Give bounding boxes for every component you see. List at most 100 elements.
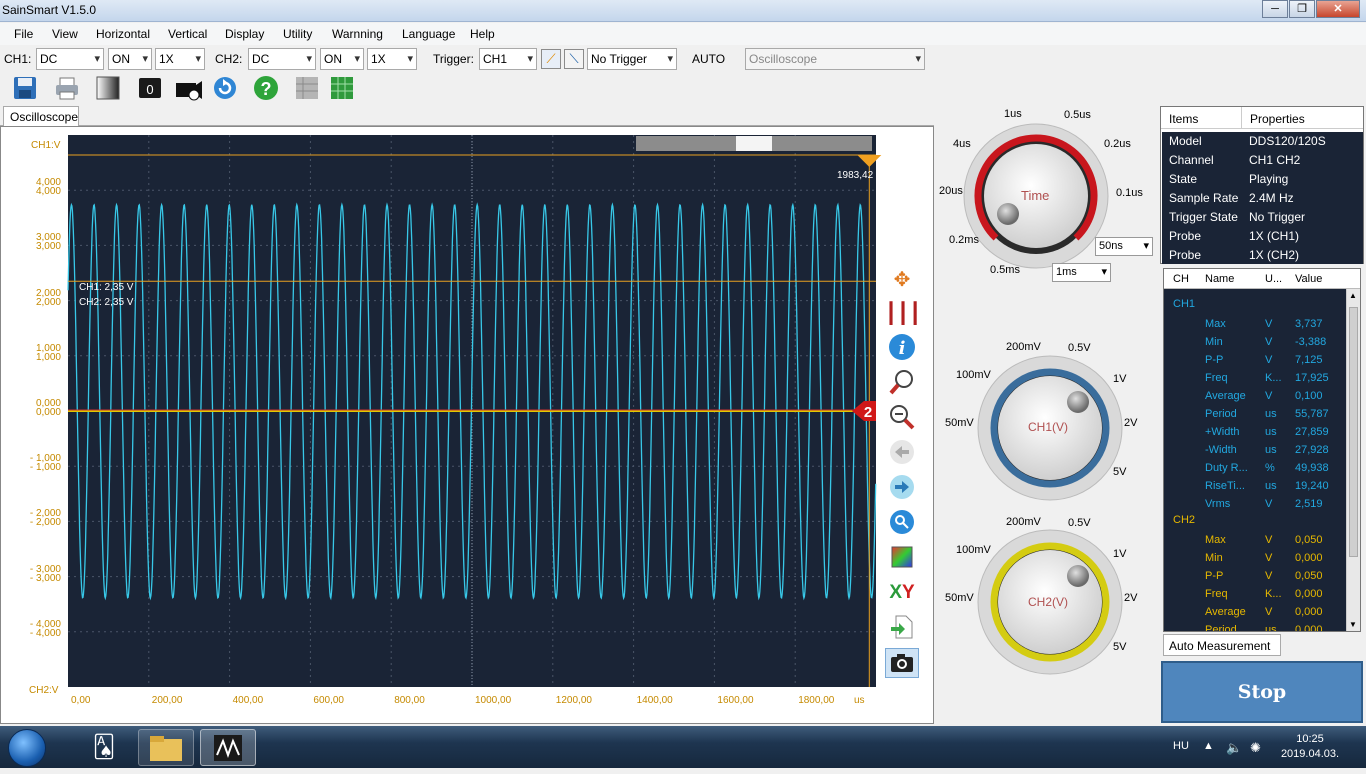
- camera-icon[interactable]: [885, 648, 919, 678]
- x-tick: 1600,00: [717, 695, 754, 706]
- ch1-scale-1v: 1V: [1113, 373, 1127, 385]
- menu-file[interactable]: File: [14, 27, 33, 41]
- measurement-unit: us: [1265, 480, 1277, 492]
- explorer-icon[interactable]: [138, 729, 194, 766]
- measurement-row: Average V 0,100: [1164, 388, 1344, 406]
- help-icon[interactable]: ?: [253, 75, 279, 101]
- ch2-probe-select[interactable]: 1X: [367, 48, 417, 70]
- measurement-unit: V: [1265, 570, 1273, 582]
- network-icon[interactable]: ✺: [1250, 740, 1261, 756]
- clock[interactable]: 10:25 2019.04.03.: [1270, 732, 1350, 762]
- property-value: No Trigger: [1249, 210, 1306, 224]
- color-palette-icon[interactable]: [885, 543, 919, 573]
- menu-horizontal[interactable]: Horizontal: [96, 27, 150, 41]
- measurement-name: Freq: [1205, 372, 1228, 384]
- xy-mode-icon[interactable]: XY: [885, 578, 919, 608]
- zoom-in-icon[interactable]: [885, 368, 919, 398]
- maximize-button[interactable]: ❐: [1289, 0, 1315, 18]
- export-icon[interactable]: [885, 613, 919, 643]
- language-indicator[interactable]: HU: [1173, 740, 1189, 752]
- measurement-name: Average: [1205, 390, 1246, 402]
- time-scale-0-1us: 0.1us: [1116, 187, 1143, 199]
- meas-header-unit: U...: [1265, 273, 1283, 285]
- time-coarse-select[interactable]: 1ms: [1052, 263, 1111, 282]
- tray-expand-icon[interactable]: ▲: [1203, 740, 1214, 752]
- rising-edge-icon[interactable]: ⟋: [541, 49, 561, 69]
- grid-icon[interactable]: [329, 75, 355, 101]
- ch1-probe-select[interactable]: 1X: [155, 48, 205, 70]
- trigger-time-readout: 1983,42: [837, 170, 874, 181]
- stop-button[interactable]: Stop: [1161, 661, 1363, 723]
- color-scheme-icon[interactable]: [95, 75, 121, 101]
- ch2-y-tick: 2,000: [35, 296, 61, 308]
- measurement-row: Period us 55,787: [1164, 406, 1344, 424]
- measurement-scrollbar[interactable]: ▲ ▼: [1346, 289, 1360, 631]
- refresh-icon[interactable]: [212, 75, 238, 101]
- menu-vertical[interactable]: Vertical: [168, 27, 207, 41]
- ch2-label: CH2:: [215, 52, 243, 66]
- ch2-y-tick: 0,000: [35, 407, 61, 418]
- ch2-coupling-select[interactable]: DC: [248, 48, 316, 70]
- window-title: SainSmart V1.5.0: [2, 3, 97, 17]
- counter-icon[interactable]: 0: [137, 75, 163, 101]
- ch2-state-select[interactable]: ON: [320, 48, 364, 70]
- x-tick: 200,00: [151, 695, 183, 706]
- center-icon[interactable]: ✥: [885, 265, 919, 295]
- mode-select[interactable]: Oscilloscope: [745, 48, 925, 70]
- volume-icon[interactable]: 🔈: [1226, 740, 1242, 756]
- zoom-out-icon[interactable]: [885, 403, 919, 433]
- menu-help[interactable]: Help: [470, 27, 495, 41]
- menu-display[interactable]: Display: [225, 27, 264, 41]
- forward-arrow-icon[interactable]: [885, 473, 919, 503]
- print-icon[interactable]: [54, 75, 80, 101]
- save-icon[interactable]: [12, 75, 38, 101]
- table-icon[interactable]: [294, 75, 320, 101]
- measurement-value: 0,000: [1295, 588, 1323, 600]
- ch1-state-select[interactable]: ON: [108, 48, 152, 70]
- search-icon[interactable]: [885, 508, 919, 538]
- waveform-display[interactable]: 2: [1, 127, 933, 723]
- time-scale-0-2us: 0.2us: [1104, 138, 1131, 150]
- measurement-unit: V: [1265, 498, 1273, 510]
- tab-auto-measurement[interactable]: Auto Measurement: [1163, 634, 1281, 656]
- record-icon[interactable]: [174, 75, 202, 101]
- menu-warnning[interactable]: Warnning: [332, 27, 383, 41]
- tab-oscilloscope[interactable]: Oscilloscope: [3, 106, 79, 127]
- falling-edge-icon[interactable]: ⟍: [564, 49, 584, 69]
- measure-ruler-icon[interactable]: ┃┃┃: [885, 299, 921, 329]
- ch2-scale-50mv: 50mV: [945, 592, 974, 604]
- measurement-unit: V: [1265, 552, 1273, 564]
- clock-date: 2019.04.03.: [1280, 748, 1340, 760]
- back-arrow-icon[interactable]: [885, 438, 919, 468]
- measurement-value: 0,050: [1295, 534, 1323, 546]
- menu-utility[interactable]: Utility: [283, 27, 312, 41]
- oscilloscope-app-icon[interactable]: [200, 729, 256, 766]
- property-item: Probe: [1169, 229, 1202, 243]
- measurement-scroll-thumb[interactable]: [1349, 307, 1358, 557]
- property-value: CH1 CH2: [1249, 153, 1301, 167]
- clock-time: 10:25: [1296, 733, 1324, 745]
- trigger-source-select[interactable]: CH1: [479, 48, 537, 70]
- menu-view[interactable]: View: [52, 27, 78, 41]
- measurement-name: Min: [1205, 336, 1223, 348]
- ch1-coupling-select[interactable]: DC: [36, 48, 104, 70]
- cards-app-icon[interactable]: 🂡: [76, 729, 132, 766]
- menu-language[interactable]: Language: [402, 27, 455, 41]
- timeline-scroll-thumb[interactable]: [736, 136, 772, 151]
- auto-button[interactable]: AUTO: [692, 52, 725, 66]
- scope-panel: 2 CH1:V CH2:V CH1: 2,35 V CH2: 2,35 V 19…: [0, 126, 934, 724]
- minimize-button[interactable]: ─: [1262, 0, 1288, 18]
- start-button[interactable]: [8, 729, 46, 767]
- close-button[interactable]: ✕: [1316, 0, 1360, 18]
- trigger-mode-select[interactable]: No Trigger: [587, 48, 677, 70]
- time-fine-select[interactable]: 50ns: [1095, 237, 1153, 256]
- ch1-scale-2v: 2V: [1124, 417, 1138, 429]
- property-value: 2.4M Hz: [1249, 191, 1294, 205]
- measurement-name: Duty R...: [1205, 462, 1248, 474]
- property-row: Probe 1X (CH2): [1162, 246, 1363, 265]
- ch1-knob-label: CH1(V): [1028, 420, 1069, 434]
- info-icon[interactable]: i: [885, 333, 919, 363]
- ch1-scale-100mv: 100mV: [956, 369, 991, 381]
- properties-table: Items Properties Model DDS120/120S Channel…: [1160, 106, 1364, 264]
- property-value: DDS120/120S: [1249, 134, 1326, 148]
